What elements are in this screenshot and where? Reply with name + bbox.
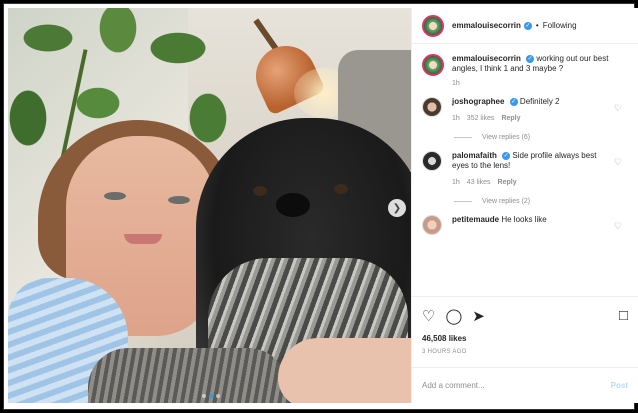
comment-item: petitemaude He looks like ♡ bbox=[422, 215, 628, 235]
comment-like-heart-icon[interactable]: ♡ bbox=[614, 103, 622, 114]
add-comment-input[interactable]: Add a comment... bbox=[422, 381, 485, 390]
carousel-dot-active bbox=[209, 394, 213, 398]
comments-list[interactable]: emmalouisecorrin ✓ working out our best … bbox=[412, 44, 638, 296]
caption-time: 1h bbox=[452, 80, 460, 87]
photo-body-fur bbox=[88, 348, 288, 403]
post-header: emmalouisecorrin ✓ • Following bbox=[412, 8, 638, 44]
photo-dog-eye-right bbox=[334, 184, 348, 194]
bookmark-icon[interactable]: □ bbox=[619, 307, 628, 325]
commenter-avatar[interactable] bbox=[422, 215, 442, 235]
comment-text: Definitely 2 bbox=[519, 97, 560, 106]
caption-username[interactable]: emmalouisecorrin bbox=[452, 54, 521, 63]
verified-check-icon: ✓ bbox=[502, 151, 511, 160]
photo-dog-nose bbox=[276, 193, 310, 217]
add-comment-bar: Add a comment... Post bbox=[412, 367, 638, 403]
photo-dog-eye-left bbox=[253, 186, 267, 196]
comment-item: palomafaith ✓ Side profile always best e… bbox=[422, 151, 628, 188]
verified-check-icon: ✓ bbox=[509, 97, 518, 106]
comment-likes[interactable]: 352 likes bbox=[467, 114, 495, 124]
post-photo[interactable]: ❯ bbox=[8, 8, 411, 403]
comment-like-heart-icon[interactable]: ♡ bbox=[614, 157, 622, 168]
view-replies-label: View replies (6) bbox=[482, 134, 531, 141]
comment-username[interactable]: joshographee bbox=[452, 97, 504, 106]
post-side-panel: emmalouisecorrin ✓ • Following emmalouis… bbox=[411, 8, 638, 403]
carousel-dot bbox=[202, 394, 206, 398]
photo-eye-right bbox=[168, 196, 190, 204]
reply-button[interactable]: Reply bbox=[498, 178, 517, 188]
next-image-button[interactable]: ❯ bbox=[388, 199, 406, 217]
author-avatar[interactable] bbox=[422, 14, 444, 37]
comment-username[interactable]: palomafaith bbox=[452, 151, 497, 160]
view-replies-label: View replies (2) bbox=[482, 198, 531, 205]
caption-avatar[interactable] bbox=[422, 54, 444, 76]
carousel-dot bbox=[216, 394, 220, 398]
photo-mouth bbox=[124, 234, 162, 244]
photo-eye-left bbox=[104, 192, 126, 200]
commenter-avatar[interactable] bbox=[422, 97, 442, 117]
author-username[interactable]: emmalouisecorrin bbox=[452, 21, 521, 30]
verified-check-icon: ✓ bbox=[523, 21, 532, 30]
action-icons: ♡ ◯ ➤ □ bbox=[422, 307, 628, 325]
view-replies-line bbox=[454, 137, 472, 138]
comment-username[interactable]: petitemaude bbox=[452, 215, 499, 224]
photo-hand bbox=[278, 338, 411, 403]
post-actions: ♡ ◯ ➤ □ 46,508 likes 3 HOURS AGO bbox=[412, 296, 638, 355]
comment-icon[interactable]: ◯ bbox=[445, 307, 462, 325]
comment-item: joshographee ✓ Definitely 2 1h 352 likes… bbox=[422, 97, 628, 124]
following-button[interactable]: Following bbox=[543, 21, 577, 30]
reply-button[interactable]: Reply bbox=[501, 114, 520, 124]
view-replies-button[interactable]: View replies (2) bbox=[454, 198, 628, 205]
chevron-right-icon: ❯ bbox=[392, 202, 402, 214]
header-separator: • bbox=[535, 21, 539, 30]
comment-text: He looks like bbox=[501, 215, 547, 224]
verified-check-icon: ✓ bbox=[526, 54, 535, 63]
likes-count[interactable]: 46,508 likes bbox=[422, 334, 628, 343]
comment-time: 1h bbox=[452, 179, 460, 186]
instagram-post-window: ❯ emmalouisecorrin ✓ • Following emmalou… bbox=[3, 3, 638, 410]
share-icon[interactable]: ➤ bbox=[472, 307, 485, 325]
heart-icon[interactable]: ♡ bbox=[422, 307, 435, 325]
caption: emmalouisecorrin ✓ working out our best … bbox=[422, 54, 628, 87]
comment-likes[interactable]: 43 likes bbox=[467, 178, 491, 188]
post-comment-button[interactable]: Post bbox=[611, 381, 628, 390]
commenter-avatar[interactable] bbox=[422, 151, 442, 171]
view-replies-button[interactable]: View replies (6) bbox=[454, 134, 628, 141]
post-time-ago: 3 HOURS AGO bbox=[422, 349, 467, 355]
comment-like-heart-icon[interactable]: ♡ bbox=[614, 221, 622, 232]
comment-time: 1h bbox=[452, 115, 460, 122]
view-replies-line bbox=[454, 201, 472, 202]
carousel-dots bbox=[202, 394, 220, 398]
